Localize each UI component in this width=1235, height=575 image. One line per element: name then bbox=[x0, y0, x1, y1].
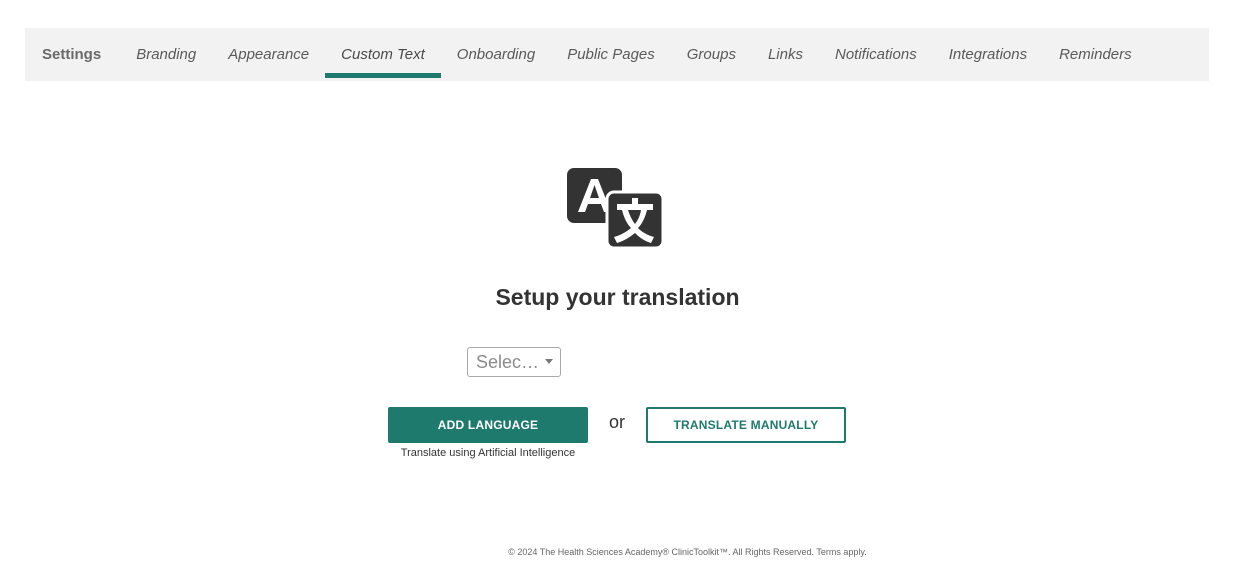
footer-copyright: © 2024 The Health Sciences Academy® Clin… bbox=[508, 547, 867, 557]
tab-label: Appearance bbox=[228, 46, 310, 63]
language-select-value: Selec… bbox=[476, 351, 540, 372]
tab-label: Integrations bbox=[948, 46, 1028, 63]
settings-tabbar: Settings Branding Appearance Custom Text… bbox=[25, 28, 1209, 81]
tab-label: Notifications bbox=[835, 46, 917, 63]
tab-public-pages[interactable]: Public Pages bbox=[551, 28, 671, 81]
add-language-hint: Translate using Artificial Intelligence bbox=[400, 447, 576, 459]
tab-groups[interactable]: Groups bbox=[671, 28, 752, 81]
or-separator: or bbox=[609, 412, 626, 432]
tab-label: Groups bbox=[686, 46, 736, 63]
tab-branding[interactable]: Branding bbox=[120, 28, 212, 81]
tab-label: Onboarding bbox=[456, 46, 536, 63]
tab-integrations[interactable]: Integrations bbox=[933, 28, 1043, 81]
translate-icon bbox=[567, 168, 663, 248]
add-language-label: ADD LANGUAGE bbox=[437, 418, 539, 432]
tab-onboarding[interactable]: Onboarding bbox=[441, 28, 551, 81]
tab-label: Custom Text bbox=[341, 46, 425, 63]
tab-appearance[interactable]: Appearance bbox=[212, 28, 325, 81]
tab-label: Reminders bbox=[1059, 46, 1132, 63]
tab-custom-text[interactable]: Custom Text bbox=[325, 28, 441, 81]
tab-settings[interactable]: Settings bbox=[42, 28, 120, 81]
translate-manually-label: TRANSLATE MANUALLY bbox=[673, 418, 819, 432]
tab-label: Links bbox=[767, 46, 803, 63]
settings-page: Settings Branding Appearance Custom Text… bbox=[0, 0, 1235, 575]
add-language-button[interactable]: ADD LANGUAGE bbox=[388, 407, 588, 443]
caret-down-icon bbox=[545, 359, 553, 364]
tab-label: Public Pages bbox=[567, 46, 655, 63]
language-select[interactable]: Selec… bbox=[467, 347, 561, 377]
tab-label: Settings bbox=[42, 46, 102, 63]
tab-label: Branding bbox=[136, 46, 197, 63]
page-title: Setup your translation bbox=[495, 284, 740, 310]
tab-links[interactable]: Links bbox=[752, 28, 819, 81]
tab-notifications[interactable]: Notifications bbox=[819, 28, 933, 81]
footer: © 2024 The Health Sciences Academy® Clin… bbox=[0, 547, 1235, 557]
tab-reminders[interactable]: Reminders bbox=[1043, 28, 1148, 81]
translate-manually-button[interactable]: TRANSLATE MANUALLY bbox=[646, 407, 846, 443]
